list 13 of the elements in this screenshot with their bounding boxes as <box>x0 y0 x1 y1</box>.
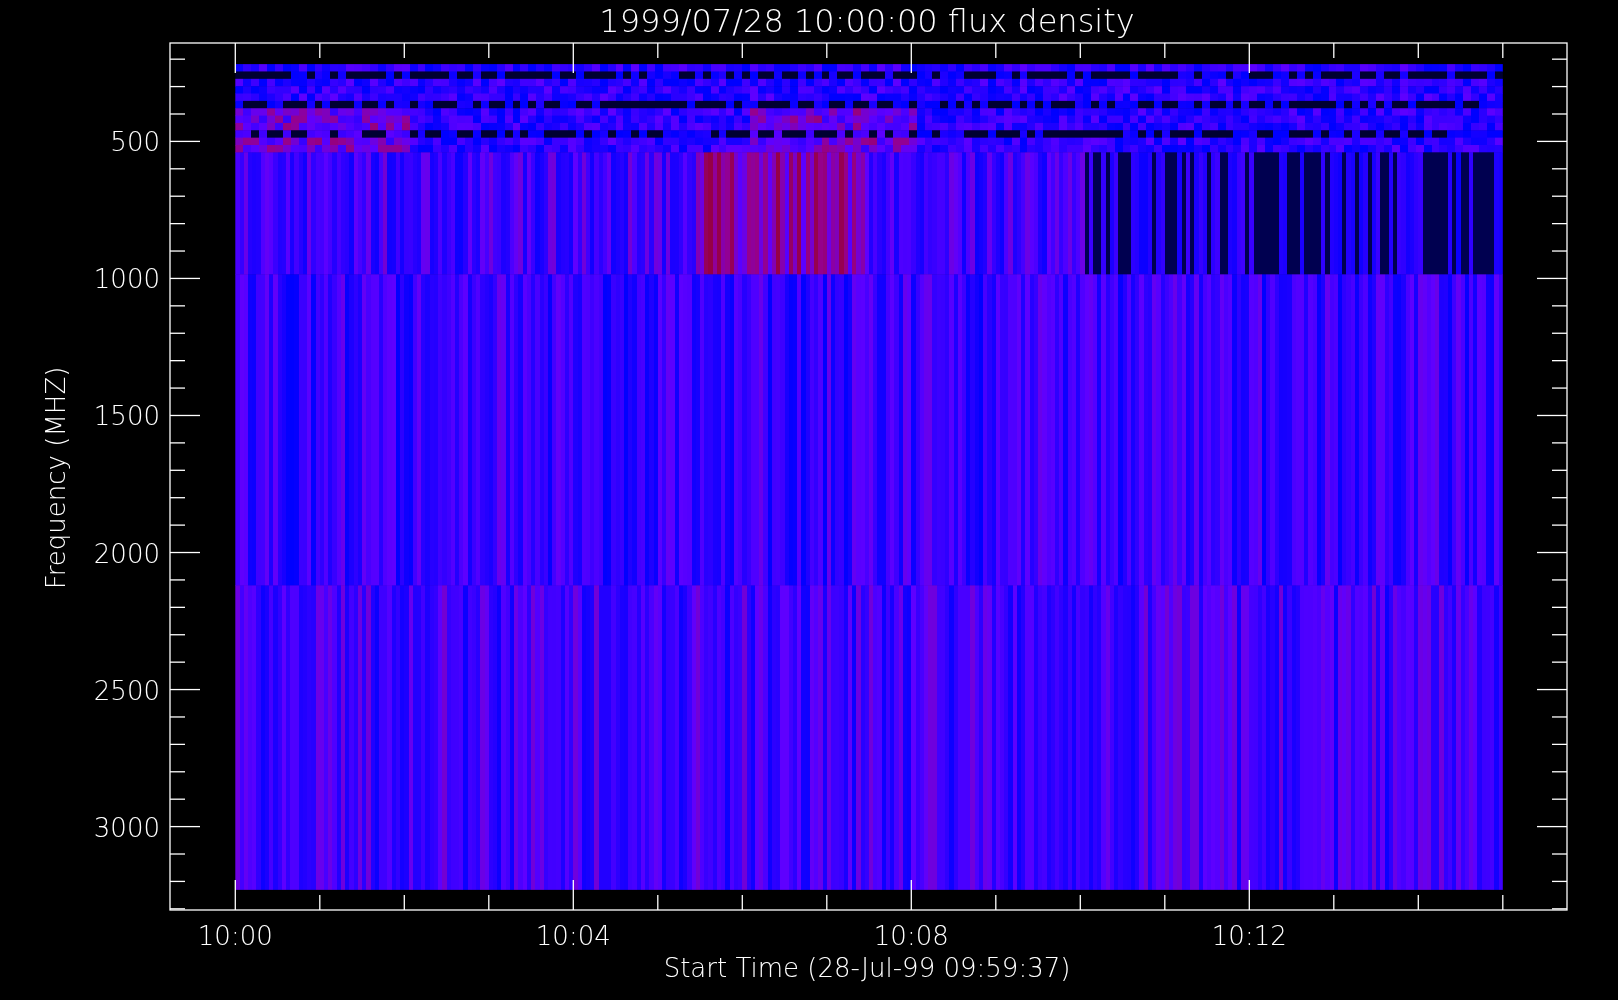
x-tick-label: 10:08 <box>873 921 949 951</box>
y-tick-label: 500 <box>110 127 160 158</box>
y-tick-label: 2500 <box>93 675 160 706</box>
y-tick-label: 1500 <box>93 401 160 432</box>
x-tick-label: 10:00 <box>197 921 273 951</box>
y-tick-label: 1000 <box>93 264 160 295</box>
x-axis-label: Start Time (28-Jul-99 09:59:37) <box>663 953 1071 983</box>
x-tick-label: 10:04 <box>535 921 611 951</box>
y-tick-label: 3000 <box>93 812 160 843</box>
y-tick-label: 2000 <box>93 538 160 569</box>
y-axis-label: Frequency (MHZ) <box>41 366 71 590</box>
x-tick-label: 10:12 <box>1211 921 1287 951</box>
plot-title: 1999/07/28 10:00:00 flux density <box>599 2 1135 40</box>
